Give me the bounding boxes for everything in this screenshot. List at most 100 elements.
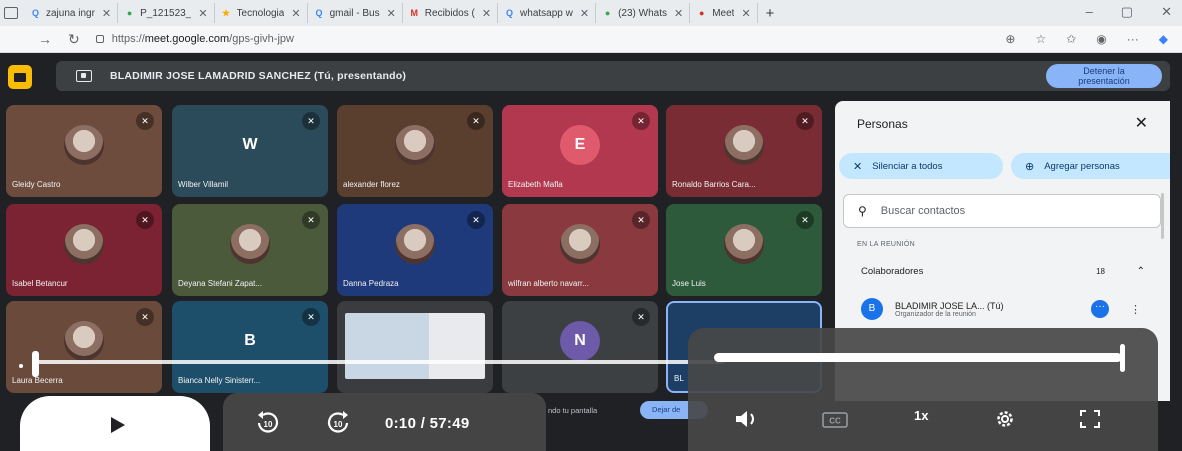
new-tab-icon[interactable]: +	[766, 5, 775, 22]
seek-start-marker	[19, 364, 23, 368]
reload-icon[interactable]: ↻	[68, 31, 80, 48]
tab-title: Meet	[712, 7, 735, 19]
volume-slider[interactable]	[714, 353, 1122, 362]
tab-close-icon[interactable]: ✕	[580, 7, 589, 20]
tab-close-icon[interactable]: ✕	[291, 7, 300, 20]
avatar: B	[244, 332, 256, 349]
participant-tile[interactable]: N ✕	[502, 301, 658, 393]
favorites-bar-icon[interactable]: ✩	[1066, 32, 1076, 46]
browser-tab[interactable]: ★ Tecnologia ✕	[215, 3, 308, 23]
forward-10-icon[interactable]: 10	[325, 410, 351, 436]
browser-tab[interactable]: M Recibidos (✕	[403, 3, 499, 23]
people-panel-title: Personas	[857, 117, 908, 131]
close-window-icon[interactable]: ✕	[1161, 4, 1172, 20]
browser-tab[interactable]: ● P_121523_ ✕	[118, 3, 215, 23]
more-menu-icon[interactable]: ···	[1127, 32, 1139, 46]
maximize-icon[interactable]: ▢	[1121, 4, 1133, 20]
list-item[interactable]: B BLADIMIR JOSE LA... (Tú) Organizador d…	[849, 294, 1161, 324]
participant-tile[interactable]: ✕ Danna Pedraza	[337, 204, 493, 296]
search-contacts-input[interactable]: ⚲ Buscar contactos	[843, 194, 1161, 228]
member-role: Organizador de la reunión	[895, 310, 976, 318]
back-arrow-icon[interactable]: →	[38, 31, 52, 47]
playback-speed-button[interactable]: 1x	[914, 408, 928, 423]
tab-title: gmail - Bus	[329, 7, 380, 19]
people-scrollbar[interactable]	[1161, 193, 1164, 239]
profile-icon[interactable]: ◉	[1096, 32, 1106, 46]
tab-actions-icon[interactable]	[4, 7, 18, 19]
participant-tile[interactable]: ✕ Jose Luis	[666, 204, 822, 296]
fullscreen-icon[interactable]	[1080, 410, 1100, 428]
browser-tab[interactable]: Qgmail - Bus ✕	[308, 3, 403, 23]
participant-tile[interactable]: ✕ Ronaldo Barrios Cara...	[666, 105, 822, 197]
rewind-10-icon[interactable]: 10	[255, 410, 281, 436]
tab-title: Tecnologia	[236, 7, 285, 19]
mic-off-icon: ✕	[467, 112, 485, 130]
captions-icon[interactable]: CC	[822, 412, 848, 428]
lock-icon	[95, 35, 104, 43]
volume-handle[interactable]	[1120, 344, 1125, 372]
sharing-notice: ndo tu pantalla	[548, 406, 598, 415]
seek-bar[interactable]	[34, 360, 724, 364]
mic-off-icon: ✕	[796, 112, 814, 130]
add-people-button[interactable]: ⊕ Agregar personas	[1011, 153, 1170, 179]
url-field[interactable]: https://meet.google.com/gps-givh-jpw	[95, 33, 294, 45]
tab-close-icon[interactable]: ✕	[387, 7, 396, 20]
tab-close-icon[interactable]: ✕	[198, 7, 207, 20]
stop-presenting-button[interactable]: Detener la presentación	[1046, 64, 1162, 88]
avatar: E	[560, 125, 600, 165]
avatar	[230, 224, 270, 264]
chevron-up-icon[interactable]: ⌃	[1137, 266, 1145, 277]
minimize-icon[interactable]: –	[1086, 4, 1093, 20]
participant-tile[interactable]: ✕ alexander florez	[337, 105, 493, 197]
tab-title: P_121523_	[140, 7, 192, 19]
participant-tile[interactable]: ✕ wilfran alberto navarr...	[502, 204, 658, 296]
favorite-star-icon[interactable]: ☆	[1035, 32, 1046, 46]
participant-tile[interactable]: ✕ Laura Becerra	[6, 301, 162, 393]
speaking-indicator-icon: ···	[1091, 300, 1109, 318]
play-button[interactable]	[20, 396, 210, 451]
browser-tab[interactable]: ● (23) Whats ✕	[596, 3, 691, 23]
participant-tile[interactable]: ✕ Isabel Betancur	[6, 204, 162, 296]
collaborators-group[interactable]: Colaboradores 18 ⌃	[849, 258, 1161, 284]
edge-copilot-icon[interactable]: ◆	[1159, 32, 1168, 46]
tab-favicon-icon: ★	[221, 7, 231, 18]
mic-off-icon: ✕	[136, 308, 154, 326]
participant-tile[interactable]: E ✕ Elizabeth Mafla	[502, 105, 658, 197]
tab-close-icon[interactable]: ✕	[102, 7, 111, 20]
presentation-banner: BLADIMIR JOSE LAMADRID SANCHEZ (Tú, pres…	[56, 61, 1170, 91]
browser-tab[interactable]: ● Meet ✕	[690, 3, 758, 23]
mic-off-icon: ✕	[302, 308, 320, 326]
screen-recording-frame: Qzajuna ingr ✕ ● P_121523_ ✕ ★ Tecnologia ✕ Qgma…	[0, 0, 1182, 451]
svg-text:CC: CC	[829, 417, 841, 426]
close-icon[interactable]: ✕	[1135, 113, 1148, 133]
mic-off-icon: ✕	[796, 211, 814, 229]
zoom-icon[interactable]: ⊕	[1005, 32, 1015, 46]
settings-gear-icon[interactable]	[994, 408, 1016, 430]
seek-handle[interactable]	[32, 351, 39, 377]
tab-title: whatsapp w	[520, 7, 573, 19]
participant-tile[interactable]	[337, 301, 493, 393]
browser-tab[interactable]: Qzajuna ingr ✕	[24, 3, 119, 23]
meet-logo-icon	[8, 65, 32, 89]
participant-tile[interactable]: W ✕ Wilber Villamil	[172, 105, 328, 197]
participant-name: Wilber Villamil	[178, 180, 229, 189]
mic-off-icon: ✕	[467, 211, 485, 229]
participant-tile[interactable]: B ✕ Bianca Nelly Sinisterr...	[172, 301, 328, 393]
participant-tile[interactable]: ✕ Gleidy Castro	[6, 105, 162, 197]
participant-tile[interactable]: ✕ Deyana Stefani Zapat...	[172, 204, 328, 296]
tab-close-icon[interactable]: ✕	[741, 7, 750, 20]
mute-all-button[interactable]: ✕ Silenciar a todos	[839, 153, 1003, 179]
participant-name: Deyana Stefani Zapat...	[178, 279, 263, 288]
group-count: 18	[1096, 266, 1105, 276]
avatar	[724, 125, 764, 165]
participant-name: Ronaldo Barrios Cara...	[672, 180, 756, 189]
more-options-icon[interactable]: ⋮	[1130, 303, 1141, 316]
tab-close-icon[interactable]: ✕	[482, 7, 491, 20]
volume-icon[interactable]	[734, 408, 760, 430]
tab-close-icon[interactable]: ✕	[674, 7, 683, 20]
browser-tab[interactable]: Qwhatsapp w ✕	[498, 3, 597, 23]
browser-tab-bar: Qzajuna ingr ✕ ● P_121523_ ✕ ★ Tecnologia ✕ Qgma…	[0, 0, 1182, 26]
mic-off-icon: ✕	[632, 112, 650, 130]
avatar	[395, 125, 435, 165]
in-meeting-section-label: EN LA REUNIÓN	[857, 241, 915, 248]
